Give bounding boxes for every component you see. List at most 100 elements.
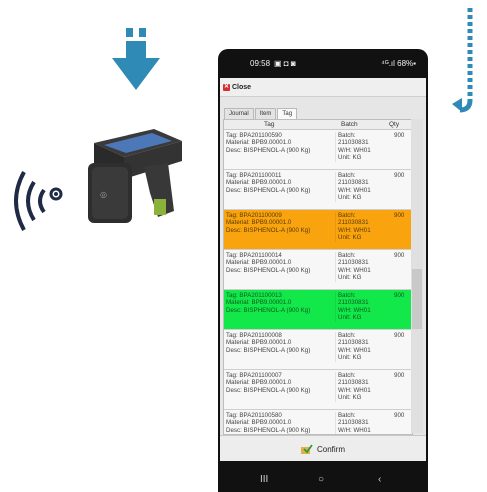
row-tag-cell: Tag: BPA201100013 Material: BPB9.00001.0 D… [226, 292, 310, 314]
row-batch-label: Batch: [338, 172, 356, 179]
status-notification-icons: ▣ ◘ ◙ [274, 59, 296, 68]
status-bar: 09:58 ▣ ◘ ◙ ⁴ᴳ.ıl 68%▪ [220, 52, 426, 74]
row-unit: Unit: KG [338, 274, 362, 282]
row-desc: Desc: BISPHENOL-A (900 Kg) [226, 146, 311, 154]
row-tag-cell: Tag: BPA201100008 Material: BPB9.00001.0 D… [226, 332, 310, 354]
row-batch-cell: Batch:211030831W/H: WH01Unit: KG [335, 212, 371, 242]
row-tag: Tag: BPA201100013 [226, 292, 282, 299]
row-wh: W/H: WH01 [338, 386, 371, 394]
row-unit: Unit: KG [338, 394, 362, 402]
row-batch: 211030831 [338, 139, 369, 147]
grid-rows: Tag: BPA201100590 Material: BPB9.00001.0 D… [224, 130, 412, 434]
close-label: Close [232, 83, 252, 91]
row-tag: Tag: BPA201100011 [226, 172, 282, 179]
row-tag: Tag: BPA201100007 [226, 372, 282, 379]
row-batch: 211030831 [338, 219, 369, 227]
row-unit: Unit: KG [338, 234, 362, 242]
row-desc: Desc: BISPHENOL-A (900 Kg) [226, 306, 311, 314]
column-header-qty[interactable]: Qty [389, 121, 399, 128]
row-batch-cell: Batch:211030831W/H: WH01Unit: KG [335, 332, 371, 362]
row-tag-cell: Tag: BPA201100580 Material: BPB9.00001.0 D… [226, 412, 310, 434]
row-batch-cell: Batch:211030831W/H: WH01Unit: KG [335, 252, 371, 282]
row-material: Material: BPB9.00001.0 [226, 339, 292, 347]
nav-recents-button[interactable]: III [260, 474, 268, 485]
status-signal-battery: ⁴ᴳ.ıl 68%▪ [381, 59, 416, 68]
svg-text:◎: ◎ [100, 190, 107, 199]
row-batch-label: Batch: [338, 412, 356, 419]
row-wh: W/H: WH01 [338, 146, 371, 154]
row-qty: 900 [394, 212, 405, 219]
row-qty: 900 [394, 412, 405, 419]
close-button[interactable]: ✕ Close [223, 81, 251, 93]
check-icon [300, 444, 313, 454]
row-desc: Desc: BISPHENOL-A (900 Kg) [226, 346, 311, 354]
row-desc: Desc: BISPHENOL-A (900 Kg) [226, 186, 311, 194]
row-qty: 900 [394, 172, 405, 179]
row-material: Material: BPB9.00001.0 [226, 219, 292, 227]
row-qty: 900 [394, 332, 405, 339]
grid-scrollbar[interactable] [411, 119, 423, 433]
row-qty: 900 [394, 252, 405, 259]
row-tag: Tag: BPA201100009 [226, 212, 282, 219]
close-icon: ✕ [223, 83, 230, 91]
row-batch-label: Batch: [338, 212, 356, 219]
nav-back-button[interactable]: ‹ [378, 474, 381, 485]
row-batch-label: Batch: [338, 332, 356, 339]
table-row[interactable]: Tag: BPA201100009 Material: BPB9.00001.0 D… [224, 210, 412, 250]
row-material: Material: BPB9.00001.0 [226, 379, 292, 387]
row-batch: 211030831 [338, 179, 369, 187]
table-row[interactable]: Tag: BPA201100014 Material: BPB9.00001.0 D… [224, 250, 412, 290]
row-wh: W/H: WH01 [338, 226, 371, 234]
table-row[interactable]: Tag: BPA201100580 Material: BPB9.00001.0 D… [224, 410, 412, 434]
row-tag: Tag: BPA201100590 [226, 132, 282, 139]
row-wh: W/H: WH01 [338, 186, 371, 194]
confirm-label: Confirm [316, 444, 345, 454]
row-wh: W/H: WH01 [338, 346, 371, 354]
row-qty: 900 [394, 132, 405, 139]
row-batch-cell: Batch:211030831W/H: WH01Unit: KG [335, 172, 371, 202]
row-desc: Desc: BISPHENOL-A (900 Kg) [226, 426, 311, 434]
app-screen: ✕ Close Journal Item Tag Tag Batch Qty T… [220, 78, 426, 461]
row-tag: Tag: BPA201100014 [226, 252, 282, 259]
table-row[interactable]: Tag: BPA201100008 Material: BPB9.00001.0 D… [224, 330, 412, 370]
row-batch-label: Batch: [338, 372, 356, 379]
grid-header: Tag Batch Qty [224, 120, 412, 130]
row-desc: Desc: BISPHENOL-A (900 Kg) [226, 226, 311, 234]
row-batch: 211030831 [338, 379, 369, 387]
column-header-batch[interactable]: Batch [341, 121, 358, 128]
row-qty: 900 [394, 292, 405, 299]
status-time: 09:58 [250, 59, 271, 68]
row-wh: W/H: WH01 [338, 266, 371, 274]
row-unit: Unit: KG [338, 314, 362, 322]
confirm-button[interactable]: Confirm [220, 435, 426, 461]
table-row[interactable]: Tag: BPA201100590 Material: BPB9.00001.0 D… [224, 130, 412, 170]
row-batch-label: Batch: [338, 132, 356, 139]
row-batch-cell: Batch:211030831W/H: WH01Unit: KG [335, 412, 371, 434]
row-wh: W/H: WH01 [338, 426, 371, 434]
android-nav-bar: III ○ ‹ [218, 466, 428, 492]
row-material: Material: BPB9.00001.0 [226, 299, 292, 307]
row-batch: 211030831 [338, 299, 369, 307]
row-batch: 211030831 [338, 419, 369, 427]
nav-home-button[interactable]: ○ [318, 474, 324, 485]
table-row[interactable]: Tag: BPA201100011 Material: BPB9.00001.0 D… [224, 170, 412, 210]
title-bar: ✕ Close [220, 78, 426, 97]
row-tag-cell: Tag: BPA201100014 Material: BPB9.00001.0 D… [226, 252, 310, 274]
tab-tag[interactable]: Tag [277, 108, 298, 119]
table-row[interactable]: Tag: BPA201100007 Material: BPB9.00001.0 D… [224, 370, 412, 410]
row-material: Material: BPB9.00001.0 [226, 419, 292, 427]
tab-journal[interactable]: Journal [224, 108, 254, 119]
row-batch-label: Batch: [338, 292, 356, 299]
row-tag-cell: Tag: BPA201100009 Material: BPB9.00001.0 D… [226, 212, 310, 234]
row-qty: 900 [394, 372, 405, 379]
row-material: Material: BPB9.00001.0 [226, 259, 292, 267]
row-desc: Desc: BISPHENOL-A (900 Kg) [226, 386, 311, 394]
row-wh: W/H: WH01 [338, 306, 371, 314]
scroll-thumb[interactable] [412, 269, 422, 329]
tab-item[interactable]: Item [254, 108, 277, 119]
table-row[interactable]: Tag: BPA201100013 Material: BPB9.00001.0 D… [224, 290, 412, 330]
tag-grid: Tag Batch Qty Tag: BPA201100590 Material:… [223, 119, 413, 435]
row-tag: Tag: BPA201100008 [226, 332, 282, 339]
hook-arrow-icon [452, 8, 473, 113]
column-header-tag[interactable]: Tag [264, 121, 274, 128]
